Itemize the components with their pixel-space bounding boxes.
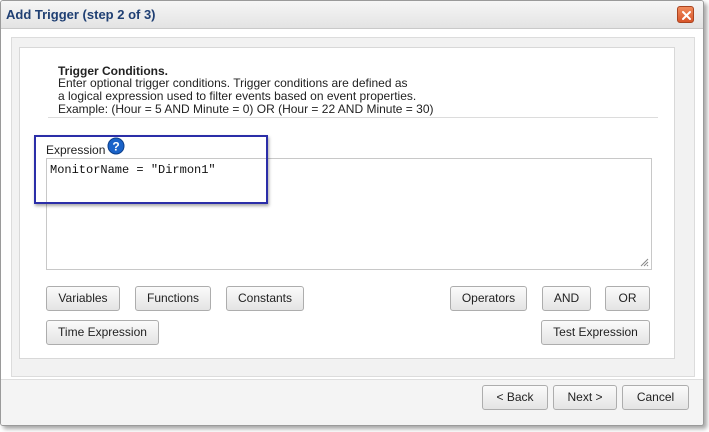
resize-grip-icon[interactable]: [640, 258, 649, 267]
dialog-footer: < Back Next > Cancel: [1, 379, 703, 425]
back-button[interactable]: < Back: [482, 385, 548, 410]
conditions-panel: Trigger Conditions. Enter optional trigg…: [19, 47, 675, 359]
expression-label: Expression: [46, 143, 106, 157]
or-button[interactable]: OR: [605, 286, 650, 311]
dialog-title: Add Trigger (step 2 of 3): [6, 7, 156, 22]
variables-button[interactable]: Variables: [46, 286, 120, 311]
and-button[interactable]: AND: [542, 286, 591, 311]
svg-text:?: ?: [112, 140, 119, 154]
next-button[interactable]: Next >: [553, 385, 617, 410]
constants-button[interactable]: Constants: [226, 286, 304, 311]
functions-button[interactable]: Functions: [135, 286, 211, 311]
help-icon[interactable]: ?: [107, 137, 125, 155]
cancel-button[interactable]: Cancel: [622, 385, 689, 410]
test-expression-button[interactable]: Test Expression: [541, 320, 650, 345]
conditions-description-line-1: Enter optional trigger conditions. Trigg…: [58, 76, 408, 90]
title-bar[interactable]: Add Trigger (step 2 of 3): [1, 1, 703, 29]
section-divider: [48, 117, 658, 118]
expression-input[interactable]: MonitorName = "Dirmon1": [46, 158, 652, 270]
add-trigger-dialog: Add Trigger (step 2 of 3) Trigger Condit…: [0, 0, 704, 426]
conditions-example-line: Example: (Hour = 5 AND Minute = 0) OR (H…: [58, 102, 434, 116]
operators-button[interactable]: Operators: [450, 286, 527, 311]
conditions-description-line-2: a logical expression used to filter even…: [58, 89, 417, 103]
close-button[interactable]: [677, 6, 694, 23]
close-icon: [682, 11, 691, 20]
time-expression-button[interactable]: Time Expression: [46, 320, 159, 345]
